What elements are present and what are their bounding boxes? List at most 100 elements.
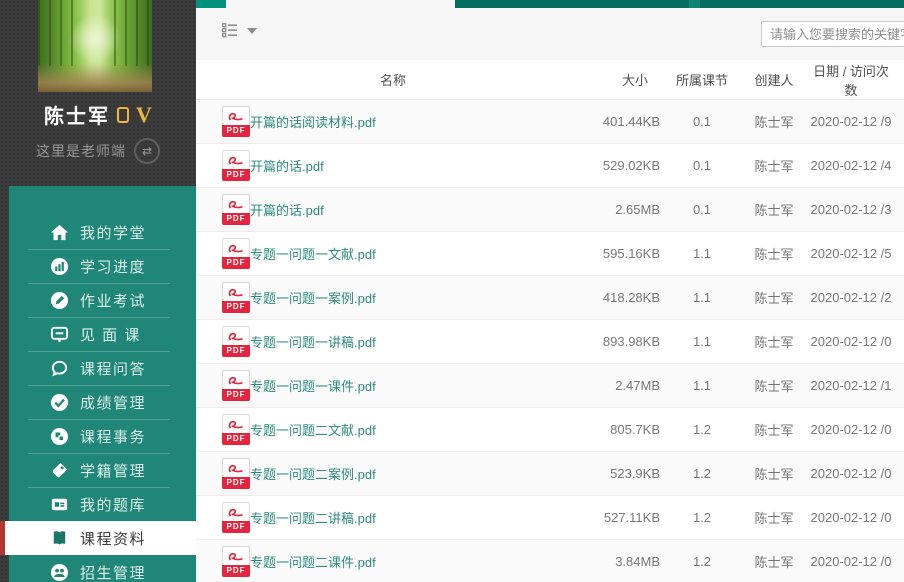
pdf-file-icon: PDF — [222, 546, 250, 577]
file-creator: 陈士军 — [738, 112, 810, 131]
pdf-file-icon: PDF — [222, 150, 250, 181]
file-creator: 陈士军 — [738, 156, 810, 175]
grades-icon — [50, 393, 69, 412]
roster-icon — [50, 461, 69, 480]
tab-stub-separator — [689, 0, 700, 8]
table-row: PDF 开篇的话.pdf 529.02KB 0.1 陈士军 2020-02-12… — [196, 144, 904, 188]
file-size: 527.11KB — [566, 510, 666, 525]
file-date-visits: 2020-02-12 /0 — [810, 422, 904, 437]
sidebar-item-progress[interactable]: 学习进度 — [9, 249, 196, 283]
file-size: 893.98KB — [566, 334, 666, 349]
file-chapter: 1.2 — [666, 510, 738, 525]
file-chapter: 0.1 — [666, 158, 738, 173]
tab-stub-right — [700, 0, 904, 8]
list-view-icon — [222, 23, 240, 38]
file-size: 418.28KB — [566, 290, 666, 305]
file-name-link[interactable]: 专题一问题二文献.pdf — [250, 423, 376, 438]
profile-subtitle: 这里是老师端 — [36, 141, 126, 161]
file-chapter: 0.1 — [666, 202, 738, 217]
file-name-link[interactable]: 专题一问题二讲稿.pdf — [250, 511, 376, 526]
file-date-visits: 2020-02-12 /4 — [810, 158, 904, 173]
file-chapter: 1.2 — [666, 554, 738, 569]
pdf-file-icon: PDF — [222, 194, 250, 225]
sidebar-item-home[interactable]: 我的学堂 — [9, 215, 196, 249]
table-row: PDF 开篇的话.pdf 2.65MB 0.1 陈士军 2020-02-12 /… — [196, 188, 904, 232]
pdf-file-icon: PDF — [222, 282, 250, 313]
table-row: PDF 专题一问题二讲稿.pdf 527.11KB 1.2 陈士军 2020-0… — [196, 496, 904, 540]
table-row: PDF 专题一问题一讲稿.pdf 893.98KB 1.1 陈士军 2020-0… — [196, 320, 904, 364]
sidebar-item-label: 成绩管理 — [80, 392, 146, 413]
sidebar-item-roster[interactable]: 学籍管理 — [9, 453, 196, 487]
file-creator: 陈士军 — [738, 552, 810, 571]
file-date-visits: 2020-02-12 /5 — [810, 246, 904, 261]
sidebar-item-label: 见 面 课 — [80, 324, 141, 345]
pdf-label: PDF — [222, 125, 250, 137]
sidebar-item-grades[interactable]: 成绩管理 — [9, 385, 196, 419]
header-date: 日期 / 访问次数 — [810, 61, 904, 99]
file-creator: 陈士军 — [738, 332, 810, 351]
file-date-visits: 2020-02-12 /0 — [810, 334, 904, 349]
sidebar-item-label: 课程事务 — [80, 426, 146, 447]
file-size: 595.16KB — [566, 246, 666, 261]
pdf-file-icon: PDF — [222, 414, 250, 445]
file-size: 529.02KB — [566, 158, 666, 173]
tab-stub-left — [196, 0, 226, 8]
file-name-link[interactable]: 专题一问题二课件.pdf — [250, 555, 376, 570]
sidebar-item-meeting[interactable]: 见 面 课 — [9, 317, 196, 351]
pdf-file-icon: PDF — [222, 458, 250, 489]
pdf-file-icon: PDF — [222, 106, 250, 137]
pdf-label: PDF — [222, 565, 250, 577]
file-chapter: 0.1 — [666, 114, 738, 129]
pdf-label: PDF — [222, 389, 250, 401]
file-name-link[interactable]: 开篇的话.pdf — [250, 159, 324, 174]
file-creator: 陈士军 — [738, 376, 810, 395]
sidebar-item-questionbank[interactable]: 我的题库 — [9, 487, 196, 521]
pdf-file-icon: PDF — [222, 370, 250, 401]
search-input[interactable] — [761, 21, 904, 47]
pdf-label: PDF — [222, 477, 250, 489]
pdf-label: PDF — [222, 213, 250, 225]
sidebar-item-label: 招生管理 — [80, 562, 146, 582]
file-name-link[interactable]: 专题一问题一讲稿.pdf — [250, 335, 376, 350]
vip-letter: V — [136, 104, 152, 126]
file-date-visits: 2020-02-12 /0 — [810, 510, 904, 525]
pdf-label: PDF — [222, 257, 250, 269]
file-name-link[interactable]: 开篇的话阅读材料.pdf — [250, 115, 376, 130]
list-view-toggle-button[interactable] — [222, 23, 257, 38]
table-row: PDF 专题一问题二文献.pdf 805.7KB 1.2 陈士军 2020-02… — [196, 408, 904, 452]
file-chapter: 1.1 — [666, 378, 738, 393]
chevron-down-icon — [247, 28, 257, 34]
pdf-file-icon: PDF — [222, 502, 250, 533]
sidebar-item-materials[interactable]: 课程资料 — [0, 521, 196, 555]
file-size: 523.9KB — [566, 466, 666, 481]
file-creator: 陈士军 — [738, 420, 810, 439]
main-content: 名称 大小 所属课节 创建人 日期 / 访问次数 PDF 开篇的话阅读材料.pd… — [196, 0, 904, 582]
pdf-label: PDF — [222, 433, 250, 445]
enrollment-icon — [50, 563, 69, 582]
sidebar-item-label: 课程问答 — [80, 358, 146, 379]
teacher-badge-icon — [117, 107, 129, 123]
profile-panel: 陈士军 V 这里是老师端 ⇄ — [0, 0, 196, 186]
switch-role-icon[interactable]: ⇄ — [134, 138, 160, 164]
header-chapter: 所属课节 — [666, 70, 738, 89]
sidebar-item-affairs[interactable]: 课程事务 — [9, 419, 196, 453]
avatar — [38, 0, 152, 92]
file-name-link[interactable]: 专题一问题一课件.pdf — [250, 379, 376, 394]
file-size: 2.65MB — [566, 202, 666, 217]
file-name-link[interactable]: 专题一问题一案例.pdf — [250, 291, 376, 306]
file-name-link[interactable]: 专题一问题一文献.pdf — [250, 247, 376, 262]
file-date-visits: 2020-02-12 /1 — [810, 378, 904, 393]
file-chapter: 1.1 — [666, 334, 738, 349]
sidebar-item-qa[interactable]: 课程问答 — [9, 351, 196, 385]
pdf-label: PDF — [222, 521, 250, 533]
sidebar-item-enrollment[interactable]: 招生管理 — [9, 555, 196, 582]
file-name-link[interactable]: 专题一问题二案例.pdf — [250, 467, 376, 482]
sidebar-menu-wrap: 我的学堂 学习进度 作业考试 见 面 课 课程问答 成绩管理 课程事务 学籍管理… — [0, 186, 196, 582]
files-table: 名称 大小 所属课节 创建人 日期 / 访问次数 PDF 开篇的话阅读材料.pd… — [196, 60, 904, 582]
file-size: 2.47MB — [566, 378, 666, 393]
pdf-file-icon: PDF — [222, 326, 250, 357]
sidebar-item-exam[interactable]: 作业考试 — [9, 283, 196, 317]
file-chapter: 1.1 — [666, 290, 738, 305]
file-name-link[interactable]: 开篇的话.pdf — [250, 203, 324, 218]
sidebar-item-label: 作业考试 — [80, 290, 146, 311]
